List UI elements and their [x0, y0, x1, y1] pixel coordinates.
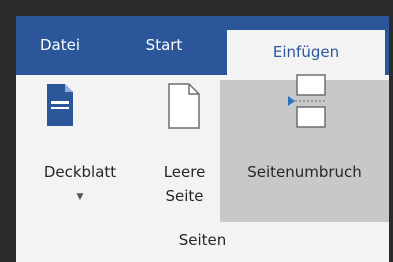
deckblatt-button[interactable]: Deckblatt ▼ [16, 80, 144, 222]
tab-einfuegen[interactable]: Einfügen [227, 30, 385, 75]
leere-seite-label-line1: Leere [163, 163, 206, 181]
window-frame-left [0, 0, 16, 262]
leere-seite-label-line2: Seite [165, 187, 204, 205]
tab-start[interactable]: Start [126, 16, 202, 75]
tab-datei[interactable]: Datei [22, 16, 98, 75]
deckblatt-label: Deckblatt [43, 163, 117, 181]
blank-page-icon [168, 83, 200, 129]
window-frame-top [0, 0, 393, 16]
seitenumbruch-label: Seitenumbruch [247, 163, 362, 181]
page-break-icon [288, 74, 326, 128]
chevron-down-icon: ▼ [76, 192, 84, 202]
group-label-seiten: Seiten [178, 231, 227, 249]
leere-seite-button[interactable]: Leere Seite [149, 80, 220, 222]
ribbon-panel: Deckblatt ▼ Leere Seite Seitenumbruch Se… [16, 74, 389, 262]
seitenumbruch-button[interactable]: Seitenumbruch [220, 74, 389, 222]
cover-page-icon [47, 84, 73, 126]
window-frame-right [389, 0, 393, 262]
ribbon-tab-bar: Datei Start Einfügen [16, 16, 389, 75]
